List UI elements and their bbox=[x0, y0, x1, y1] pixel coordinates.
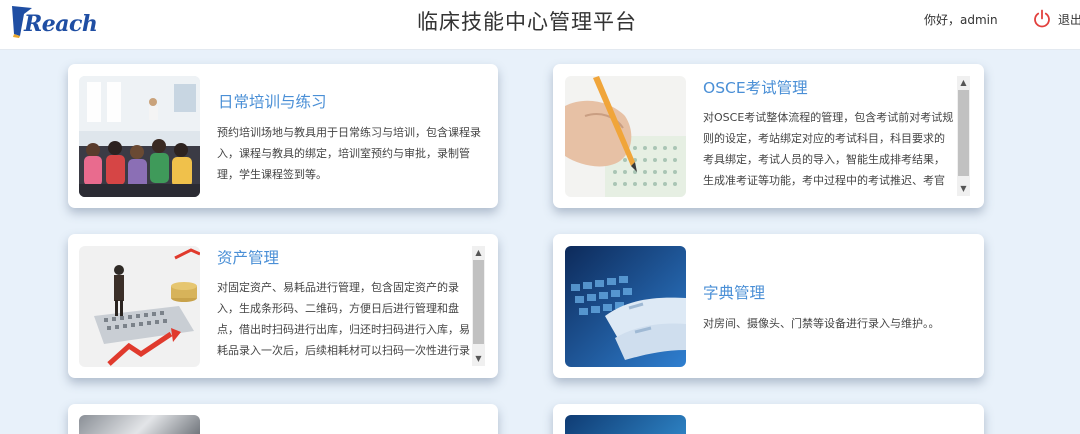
module-card-osce[interactable]: OSCE考试管理 对OSCE考试整体流程的管理，包含考试前对考试规则的设定，考站… bbox=[553, 64, 984, 208]
module-description: 对OSCE考试整体流程的管理，包含考试前对考试规则的设定，考站绑定对应的考试科目… bbox=[703, 111, 954, 187]
scroll-up-arrow-icon[interactable]: ▲ bbox=[957, 76, 970, 90]
description-scrollbar[interactable]: ▲ ▼ bbox=[472, 246, 485, 366]
module-description: 对固定资产、易耗品进行管理，包含固定资产的录入，生成条形码、二维码，方便日后进行… bbox=[217, 281, 470, 357]
assets-image bbox=[79, 246, 200, 367]
module-title[interactable]: 资产管理 bbox=[217, 246, 279, 268]
user-greeting: 你好，admin bbox=[924, 13, 998, 27]
module-card-dictionary[interactable]: 字典管理 对房间、摄像头、门禁等设备进行录入与维护。。 bbox=[553, 234, 984, 378]
scroll-down-arrow-icon[interactable]: ▼ bbox=[957, 182, 970, 196]
scroll-thumb[interactable] bbox=[958, 90, 969, 176]
page-title: 临床技能中心管理平台 bbox=[417, 10, 637, 34]
keyboard-image bbox=[565, 246, 686, 367]
module-image bbox=[565, 415, 686, 434]
scroll-up-arrow-icon[interactable]: ▲ bbox=[472, 246, 485, 260]
module-card-partial-left[interactable] bbox=[68, 404, 498, 434]
module-title[interactable]: 日常培训与练习 bbox=[218, 90, 327, 112]
logout-label: 退出 bbox=[1058, 12, 1080, 27]
module-image bbox=[79, 415, 200, 434]
power-icon bbox=[1034, 9, 1050, 28]
logout-button[interactable]: 退出 bbox=[1032, 9, 1080, 29]
module-title[interactable]: OSCE考试管理 bbox=[703, 76, 808, 98]
exam-pencil-image bbox=[565, 76, 686, 197]
scroll-down-arrow-icon[interactable]: ▼ bbox=[472, 352, 485, 366]
module-description: 对房间、摄像头、门禁等设备进行录入与维护。。 bbox=[703, 317, 940, 330]
scroll-thumb[interactable] bbox=[473, 260, 484, 344]
module-description: 预约培训场地与教具用于日常练习与培训，包含课程录入，课程与教具的绑定，培训室预约… bbox=[217, 126, 481, 181]
top-header: Reach 临床技能中心管理平台 你好，admin 退出 bbox=[0, 0, 1080, 50]
classroom-image bbox=[79, 76, 200, 197]
description-scrollbar[interactable]: ▲ ▼ bbox=[957, 76, 970, 196]
module-card-assets[interactable]: 资产管理 对固定资产、易耗品进行管理，包含固定资产的录入，生成条形码、二维码，方… bbox=[68, 234, 498, 378]
module-card-training[interactable]: 日常培训与练习 预约培训场地与教具用于日常练习与培训，包含课程录入，课程与教具的… bbox=[68, 64, 498, 208]
module-title[interactable]: 字典管理 bbox=[703, 281, 765, 303]
module-card-partial-right[interactable] bbox=[553, 404, 984, 434]
